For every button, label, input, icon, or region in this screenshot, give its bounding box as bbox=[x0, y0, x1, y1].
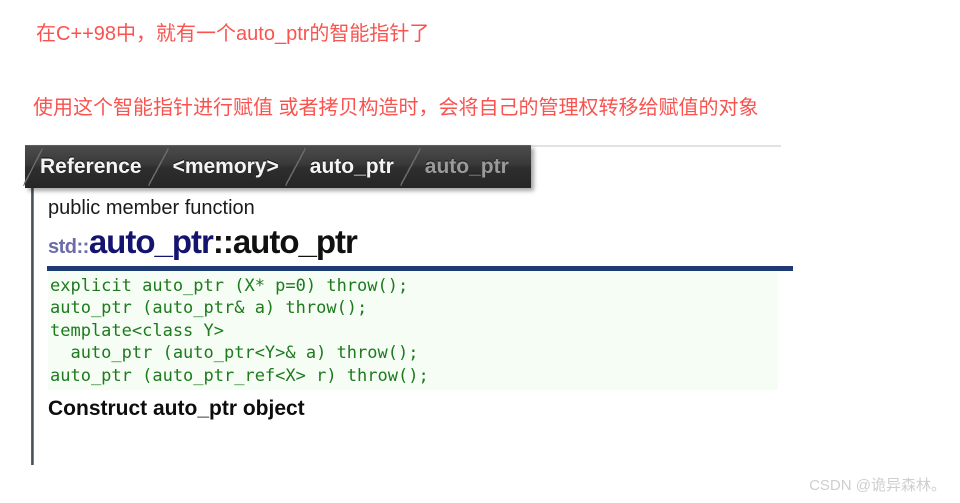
reference-content: public member function std::auto_ptr::au… bbox=[47, 197, 793, 421]
breadcrumb-item-auto-ptr-constructor: auto_ptr bbox=[410, 146, 531, 188]
title-namespace: std:: bbox=[48, 236, 89, 258]
description-heading: Construct auto_ptr object bbox=[48, 397, 305, 421]
breadcrumb-item-memory[interactable]: <memory> bbox=[158, 146, 295, 188]
annotation-line-1: 在C++98中，就有一个auto_ptr的智能指针了 bbox=[36, 23, 430, 45]
breadcrumb: Reference <memory> auto_ptr auto_ptr bbox=[23, 145, 531, 188]
page-title: std::auto_ptr::auto_ptr bbox=[48, 225, 781, 258]
title-class: auto_ptr bbox=[88, 223, 214, 260]
function-signature-block: explicit auto_ptr (X* p=0) throw(); auto… bbox=[48, 271, 778, 391]
cpp-reference-panel: Reference <memory> auto_ptr auto_ptr pub… bbox=[23, 145, 793, 467]
csdn-watermark: CSDN @诡异森林。 bbox=[809, 477, 946, 494]
title-member: auto_ptr bbox=[232, 223, 358, 260]
annotation-line-2: 使用这个智能指针进行赋值 或者拷贝构造时，会将自己的管理权转移给赋值的对象 bbox=[33, 97, 759, 119]
panel-left-border bbox=[31, 186, 34, 465]
entry-kind-label: public member function bbox=[48, 197, 255, 219]
breadcrumb-item-auto-ptr-class[interactable]: auto_ptr bbox=[295, 146, 410, 188]
title-separator: :: bbox=[212, 223, 234, 260]
breadcrumb-item-reference[interactable]: Reference bbox=[25, 146, 158, 188]
